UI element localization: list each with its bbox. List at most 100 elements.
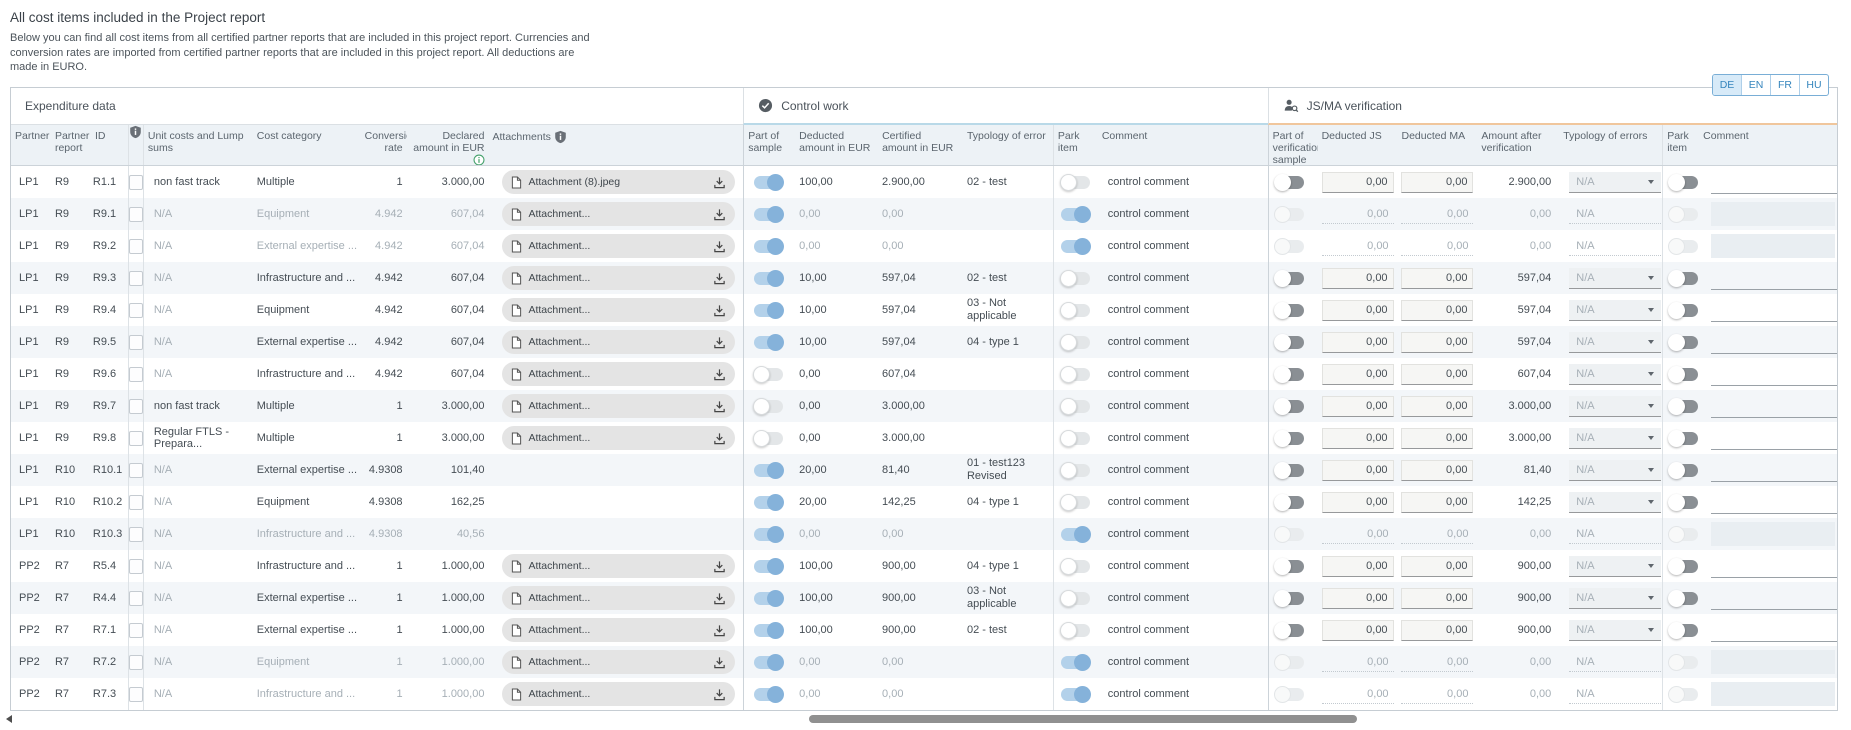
park-item-toggle[interactable] <box>1061 464 1090 477</box>
park-item-jsma-toggle[interactable] <box>1669 336 1698 349</box>
park-item-jsma-toggle[interactable] <box>1669 432 1698 445</box>
attachment-download-button[interactable]: Attachment... <box>502 298 735 322</box>
attachment-download-button[interactable]: Attachment... <box>502 426 735 450</box>
part-of-verification-sample-toggle[interactable] <box>1275 336 1304 349</box>
row-checkbox[interactable] <box>129 175 143 190</box>
attachment-download-button[interactable]: Attachment... <box>502 362 735 386</box>
row-checkbox[interactable] <box>129 687 143 702</box>
part-of-verification-sample-toggle[interactable] <box>1275 272 1304 285</box>
jsma-comment-input[interactable] <box>1711 427 1837 450</box>
part-of-sample-toggle[interactable] <box>754 400 783 413</box>
park-item-toggle[interactable] <box>1061 560 1090 573</box>
deducted-ma-input[interactable] <box>1401 620 1473 641</box>
park-item-toggle[interactable] <box>1061 656 1090 669</box>
part-of-verification-sample-toggle[interactable] <box>1275 496 1304 509</box>
deducted-js-input[interactable] <box>1322 396 1394 417</box>
attachment-download-button[interactable]: Attachment... <box>502 682 735 706</box>
park-item-toggle[interactable] <box>1061 240 1090 253</box>
park-item-toggle[interactable] <box>1061 176 1090 189</box>
jsma-comment-input[interactable] <box>1711 491 1837 514</box>
attachment-download-button[interactable]: Attachment... <box>502 266 735 290</box>
typology-of-errors-select[interactable]: N/A <box>1569 428 1661 449</box>
row-checkbox[interactable] <box>129 495 143 510</box>
deducted-ma-input[interactable] <box>1401 556 1473 577</box>
park-item-toggle[interactable] <box>1061 368 1090 381</box>
park-item-toggle[interactable] <box>1061 496 1090 509</box>
typology-of-errors-select[interactable]: N/A <box>1569 492 1661 513</box>
park-item-jsma-toggle[interactable] <box>1669 368 1698 381</box>
part-of-sample-toggle[interactable] <box>754 208 783 221</box>
row-checkbox[interactable] <box>129 367 143 382</box>
jsma-comment-input[interactable] <box>1711 267 1837 290</box>
part-of-sample-toggle[interactable] <box>754 368 783 381</box>
part-of-sample-toggle[interactable] <box>754 592 783 605</box>
park-item-toggle[interactable] <box>1061 624 1090 637</box>
park-item-toggle[interactable] <box>1061 208 1090 221</box>
deducted-ma-input[interactable] <box>1401 428 1473 449</box>
row-checkbox[interactable] <box>129 271 143 286</box>
jsma-comment-input[interactable] <box>1711 299 1837 322</box>
language-button-fr[interactable]: FR <box>1770 75 1799 95</box>
park-item-toggle[interactable] <box>1061 592 1090 605</box>
attachment-download-button[interactable]: Attachment... <box>502 330 735 354</box>
part-of-sample-toggle[interactable] <box>754 464 783 477</box>
row-checkbox[interactable] <box>129 591 143 606</box>
deducted-js-input[interactable] <box>1322 492 1394 513</box>
park-item-toggle[interactable] <box>1061 688 1090 701</box>
jsma-comment-input[interactable] <box>1711 363 1837 386</box>
park-item-jsma-toggle[interactable] <box>1669 560 1698 573</box>
typology-of-errors-select[interactable]: N/A <box>1569 332 1661 353</box>
attachment-download-button[interactable]: Attachment (8).jpeg <box>502 170 735 194</box>
park-item-jsma-toggle[interactable] <box>1669 176 1698 189</box>
part-of-sample-toggle[interactable] <box>754 176 783 189</box>
attachment-download-button[interactable]: Attachment... <box>502 586 735 610</box>
part-of-sample-toggle[interactable] <box>754 688 783 701</box>
park-item-toggle[interactable] <box>1061 528 1090 541</box>
park-item-toggle[interactable] <box>1061 400 1090 413</box>
attachment-download-button[interactable]: Attachment... <box>502 618 735 642</box>
attachment-download-button[interactable]: Attachment... <box>502 394 735 418</box>
deducted-js-input[interactable] <box>1322 428 1394 449</box>
typology-of-errors-select[interactable]: N/A <box>1569 268 1661 289</box>
park-item-toggle[interactable] <box>1061 304 1090 317</box>
part-of-sample-toggle[interactable] <box>754 528 783 541</box>
part-of-verification-sample-toggle[interactable] <box>1275 560 1304 573</box>
part-of-verification-sample-toggle[interactable] <box>1275 304 1304 317</box>
part-of-verification-sample-toggle[interactable] <box>1275 176 1304 189</box>
typology-of-errors-select[interactable]: N/A <box>1569 172 1661 193</box>
typology-of-errors-select[interactable]: N/A <box>1569 300 1661 321</box>
part-of-sample-toggle[interactable] <box>754 304 783 317</box>
part-of-verification-sample-toggle[interactable] <box>1275 432 1304 445</box>
deducted-ma-input[interactable] <box>1401 460 1473 481</box>
deducted-ma-input[interactable] <box>1401 172 1473 193</box>
part-of-verification-sample-toggle[interactable] <box>1275 624 1304 637</box>
part-of-verification-sample-toggle[interactable] <box>1275 400 1304 413</box>
row-checkbox[interactable] <box>129 207 143 222</box>
part-of-verification-sample-toggle[interactable] <box>1275 464 1304 477</box>
row-checkbox[interactable] <box>129 399 143 414</box>
row-checkbox[interactable] <box>129 239 143 254</box>
jsma-comment-input[interactable] <box>1711 619 1837 642</box>
jsma-comment-input[interactable] <box>1711 555 1837 578</box>
row-checkbox[interactable] <box>129 463 143 478</box>
part-of-sample-toggle[interactable] <box>754 656 783 669</box>
deducted-js-input[interactable] <box>1322 268 1394 289</box>
scrollbar-thumb[interactable] <box>809 715 1357 723</box>
deducted-ma-input[interactable] <box>1401 364 1473 385</box>
typology-of-errors-select[interactable]: N/A <box>1569 588 1661 609</box>
typology-of-errors-select[interactable]: N/A <box>1569 620 1661 641</box>
typology-of-errors-select[interactable]: N/A <box>1569 364 1661 385</box>
attachment-download-button[interactable]: Attachment... <box>502 554 735 578</box>
deducted-js-input[interactable] <box>1322 300 1394 321</box>
typology-of-errors-select[interactable]: N/A <box>1569 556 1661 577</box>
row-checkbox[interactable] <box>129 623 143 638</box>
park-item-jsma-toggle[interactable] <box>1669 592 1698 605</box>
typology-of-errors-select[interactable]: N/A <box>1569 396 1661 417</box>
part-of-sample-toggle[interactable] <box>754 560 783 573</box>
deducted-ma-input[interactable] <box>1401 268 1473 289</box>
deducted-ma-input[interactable] <box>1401 492 1473 513</box>
part-of-sample-toggle[interactable] <box>754 624 783 637</box>
attachment-download-button[interactable]: Attachment... <box>502 202 735 226</box>
deducted-js-input[interactable] <box>1322 364 1394 385</box>
jsma-comment-input[interactable] <box>1711 331 1837 354</box>
